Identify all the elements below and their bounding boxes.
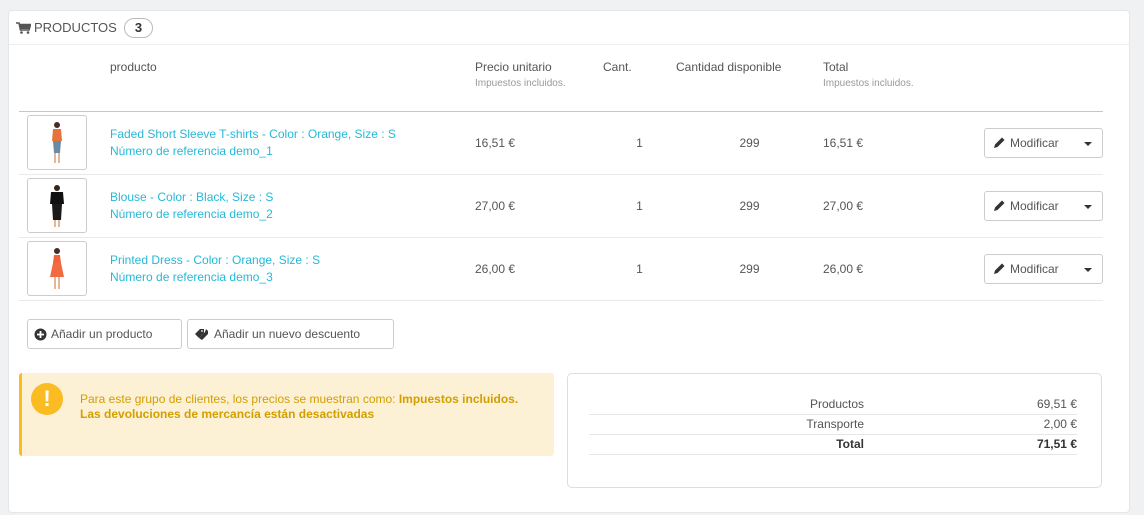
totals-row-products: Productos 69,51 € xyxy=(589,394,1077,415)
totals-table: Productos 69,51 € Transporte 2,00 € Tota… xyxy=(589,394,1077,455)
total-cell: 26,00 € xyxy=(823,237,975,301)
products-table: producto Precio unitario Impuestos inclu… xyxy=(19,50,1103,301)
product-name-link[interactable]: Blouse - Color : Black, Size : S xyxy=(110,189,475,206)
order-totals-box: Productos 69,51 € Transporte 2,00 € Tota… xyxy=(567,373,1102,488)
pencil-icon xyxy=(994,137,1005,148)
actions-column-header xyxy=(975,50,1103,112)
tshirt-product-image[interactable] xyxy=(27,115,87,170)
total-column-header: Total Impuestos incluidos. xyxy=(823,50,975,112)
available-cell: 299 xyxy=(676,174,823,238)
quantity-cell: 1 xyxy=(603,111,676,175)
quantity-cell: 1 xyxy=(603,237,676,301)
table-row: Printed Dress - Color : Orange, Size : S… xyxy=(19,237,1103,301)
table-header-row: producto Precio unitario Impuestos inclu… xyxy=(19,50,1103,112)
unit-price-cell: 16,51 € xyxy=(475,111,603,175)
blouse-product-image[interactable] xyxy=(27,178,87,233)
product-count-badge: 3 xyxy=(123,17,154,38)
pencil-icon xyxy=(994,263,1005,274)
unit-price-column-header: Precio unitario Impuestos incluidos. xyxy=(475,50,603,112)
table-row: Blouse - Color : Black, Size : S Número … xyxy=(19,174,1103,238)
totals-row-grand-total: Total 71,51 € xyxy=(589,434,1077,455)
caret-down-icon[interactable] xyxy=(1084,267,1092,272)
modify-button[interactable]: Modificar xyxy=(984,127,1103,158)
panel-title: PRODUCTOS xyxy=(34,20,117,35)
unit-price-cell: 26,00 € xyxy=(475,237,603,301)
grand-total-label: Total xyxy=(589,434,864,455)
tax-warning-alert: ! Para este grupo de clientes, los preci… xyxy=(19,373,554,456)
panel-heading: PRODUCTOS 3 xyxy=(9,11,1129,45)
product-reference[interactable]: Número de referencia demo_3 xyxy=(110,269,475,286)
add-product-button[interactable]: Añadir un producto xyxy=(27,319,182,349)
pencil-icon xyxy=(994,200,1005,211)
tags-icon xyxy=(195,328,208,340)
products-total-value: 69,51 € xyxy=(864,394,1077,415)
grand-total-value: 71,51 € xyxy=(864,434,1077,455)
product-reference[interactable]: Número de referencia demo_2 xyxy=(110,206,475,223)
exclamation-icon: ! xyxy=(31,383,63,415)
table-row: Faded Short Sleeve T-shirts - Color : Or… xyxy=(19,111,1103,175)
image-column-header xyxy=(19,50,110,112)
modify-button[interactable]: Modificar xyxy=(984,190,1103,221)
caret-down-icon[interactable] xyxy=(1084,141,1092,146)
product-name-link[interactable]: Faded Short Sleeve T-shirts - Color : Or… xyxy=(110,126,475,143)
total-cell: 16,51 € xyxy=(823,111,975,175)
shopping-cart-icon xyxy=(16,21,31,34)
quantity-column-header: Cant. xyxy=(603,50,676,112)
dress-product-image[interactable] xyxy=(27,241,87,296)
available-cell: 299 xyxy=(676,237,823,301)
products-total-label: Productos xyxy=(589,394,864,415)
quantity-cell: 1 xyxy=(603,174,676,238)
totals-row-shipping: Transporte 2,00 € xyxy=(589,414,1077,435)
caret-down-icon[interactable] xyxy=(1084,204,1092,209)
total-cell: 27,00 € xyxy=(823,174,975,238)
add-discount-button[interactable]: Añadir un nuevo descuento xyxy=(187,319,394,349)
product-column-header: producto xyxy=(110,50,475,112)
available-column-header: Cantidad disponible xyxy=(676,50,823,112)
product-name-link[interactable]: Printed Dress - Color : Orange, Size : S xyxy=(110,252,475,269)
unit-price-cell: 27,00 € xyxy=(475,174,603,238)
product-reference[interactable]: Número de referencia demo_1 xyxy=(110,143,475,160)
available-cell: 299 xyxy=(676,111,823,175)
alert-message: Para este grupo de clientes, los precios… xyxy=(80,392,519,421)
shipping-value: 2,00 € xyxy=(864,414,1077,435)
shipping-label: Transporte xyxy=(589,414,864,435)
modify-button[interactable]: Modificar xyxy=(984,253,1103,284)
plus-circle-icon xyxy=(34,328,47,340)
